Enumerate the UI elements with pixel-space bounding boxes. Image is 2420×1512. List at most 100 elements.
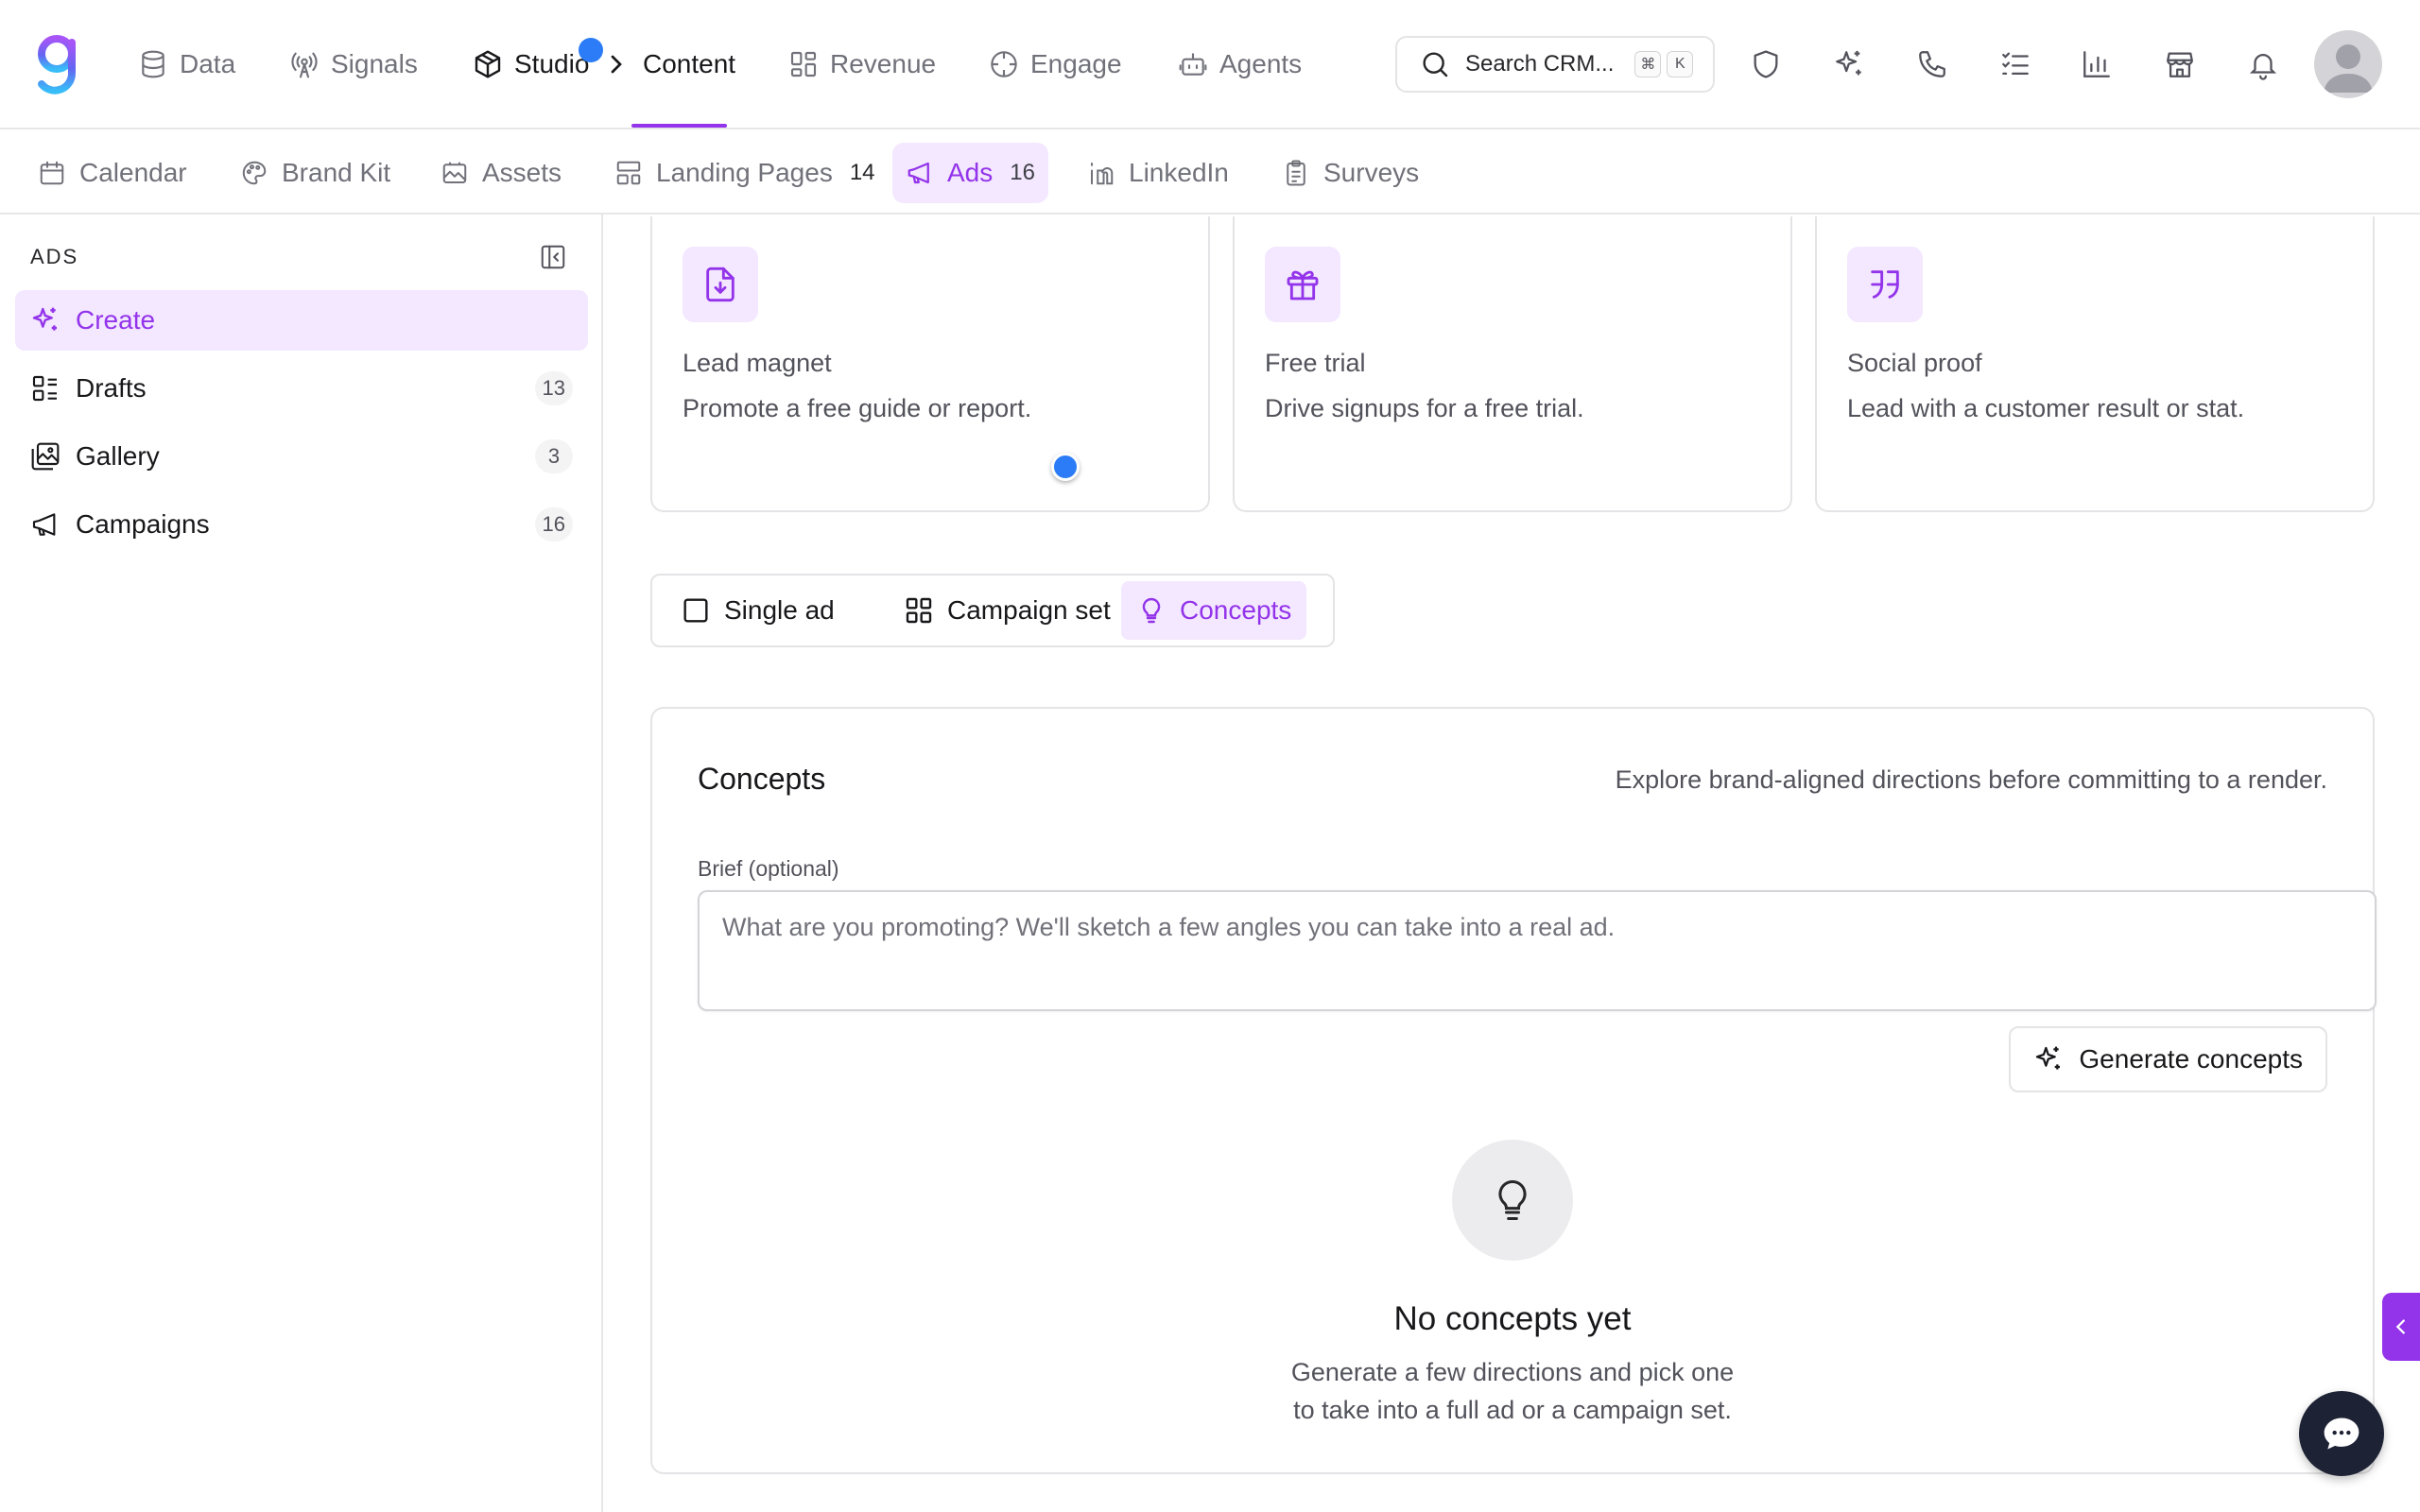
nav-studio[interactable]: Studio xyxy=(473,42,589,87)
ads-count: 16 xyxy=(1010,160,1035,185)
store-icon[interactable] xyxy=(2163,47,2197,81)
empty-state-description: Generate a few directions and pick one t… xyxy=(652,1353,2373,1429)
template-card-description: Promote a free guide or report. xyxy=(683,394,1032,422)
tab-landing-pages-label: Landing Pages xyxy=(656,158,833,187)
brief-input[interactable] xyxy=(698,890,2377,1011)
search-icon xyxy=(1420,49,1450,79)
layout-icon xyxy=(614,159,643,187)
template-card-description: Drive signups for a free trial. xyxy=(1265,394,1584,422)
sidebar-title: ADS xyxy=(30,245,79,268)
nav-signals-label: Signals xyxy=(331,49,418,78)
phone-icon[interactable] xyxy=(1915,47,1949,81)
sparkles-icon xyxy=(30,305,60,335)
sidebar-item-drafts-label: Drafts xyxy=(76,373,147,403)
chat-bubble-icon xyxy=(2321,1413,2362,1454)
clipboard-icon xyxy=(1282,159,1310,187)
tab-surveys-label: Surveys xyxy=(1323,158,1420,187)
generate-concepts-label: Generate concepts xyxy=(2079,1044,2303,1074)
generate-concepts-button[interactable]: Generate concepts xyxy=(2009,1026,2327,1092)
mode-single-ad-label: Single ad xyxy=(724,595,835,625)
tab-linkedin[interactable]: LinkedIn xyxy=(1074,143,1242,203)
mode-campaign-set-label: Campaign set xyxy=(947,595,1111,625)
campaigns-count-badge: 16 xyxy=(534,507,573,541)
sidebar-collapse-icon[interactable] xyxy=(539,243,567,271)
package-icon xyxy=(473,49,503,79)
sparkles-icon[interactable] xyxy=(1832,47,1866,81)
linkedin-icon xyxy=(1087,159,1115,187)
expand-panel-tab[interactable] xyxy=(2382,1293,2420,1361)
template-card-social-proof[interactable]: Social proof Lead with a customer result… xyxy=(1815,216,2375,512)
megaphone-icon xyxy=(906,159,934,187)
grid-icon xyxy=(788,49,819,79)
tab-calendar[interactable]: Calendar xyxy=(25,143,200,203)
tab-surveys[interactable]: Surveys xyxy=(1269,143,1432,203)
crosshair-icon xyxy=(989,49,1019,79)
sidebar-item-campaigns[interactable]: Campaigns 16 xyxy=(15,494,588,555)
concepts-panel: Concepts Explore brand-aligned direction… xyxy=(650,707,2377,1474)
drafts-count-badge: 13 xyxy=(534,371,573,405)
bar-chart-icon[interactable] xyxy=(2080,47,2114,81)
nav-content-label: Content xyxy=(643,49,736,78)
nav-data-label: Data xyxy=(180,49,236,78)
empty-state-title: No concepts yet xyxy=(1393,1300,1632,1337)
search-input[interactable]: Search CRM... ⌘ K xyxy=(1395,36,1715,93)
ads-sidebar: ADS Create Drafts 13 Gallery 3 Campaigns… xyxy=(0,215,603,1512)
sparkles-icon xyxy=(2033,1044,2064,1074)
list-icon xyxy=(30,373,60,404)
gallery-count-badge: 3 xyxy=(535,439,573,473)
nav-revenue[interactable]: Revenue xyxy=(788,42,936,87)
tab-brand-kit-label: Brand Kit xyxy=(282,158,391,187)
nav-signals[interactable]: Signals xyxy=(289,42,418,87)
search-placeholder: Search CRM... xyxy=(1465,51,1615,77)
tab-brand-kit[interactable]: Brand Kit xyxy=(227,143,404,203)
shortcut-mod-key: ⌘ xyxy=(1634,51,1662,77)
template-card-description: Lead with a customer result or stat. xyxy=(1847,394,2245,422)
sidebar-item-gallery[interactable]: Gallery 3 xyxy=(15,426,588,487)
landing-pages-count: 14 xyxy=(849,160,875,185)
template-card-title: Free trial xyxy=(1265,349,1366,377)
chevron-right-icon xyxy=(601,49,631,79)
database-icon xyxy=(138,49,168,79)
cursor-indicator xyxy=(579,38,603,62)
template-card-free-trial[interactable]: Free trial Drive signups for a free tria… xyxy=(1233,216,1792,512)
nav-data[interactable]: Data xyxy=(138,42,235,87)
chat-button[interactable] xyxy=(2299,1391,2384,1476)
sidebar-item-drafts[interactable]: Drafts 13 xyxy=(15,358,588,419)
palette-icon xyxy=(240,159,268,187)
nav-studio-label: Studio xyxy=(514,49,590,78)
bell-icon[interactable] xyxy=(2246,47,2280,81)
nav-content[interactable]: Content xyxy=(601,42,735,87)
image-folder-icon xyxy=(441,159,469,187)
empty-state-line-1: Generate a few directions and pick one xyxy=(1290,1358,1735,1386)
tab-ads[interactable]: Ads 16 xyxy=(892,143,1048,203)
tab-assets[interactable]: Assets xyxy=(427,143,575,203)
shield-icon[interactable] xyxy=(1749,47,1783,81)
tab-calendar-label: Calendar xyxy=(79,158,187,187)
content-subnav: Calendar Brand Kit Assets Landing Pages … xyxy=(0,129,2420,215)
template-card-title: Social proof xyxy=(1847,349,1982,377)
nav-agents[interactable]: Agents xyxy=(1178,42,1302,87)
sidebar-item-create-label: Create xyxy=(76,305,156,335)
mode-single-ad[interactable]: Single ad xyxy=(666,581,850,640)
nav-engage[interactable]: Engage xyxy=(989,42,1122,87)
mode-concepts-label: Concepts xyxy=(1180,595,1292,625)
sidebar-item-gallery-label: Gallery xyxy=(76,441,160,471)
checklist-icon[interactable] xyxy=(1998,47,2032,81)
quote-icon xyxy=(1847,247,1923,322)
sidebar-item-create[interactable]: Create xyxy=(15,290,588,351)
concepts-title: Concepts xyxy=(698,762,826,796)
bot-icon xyxy=(1178,49,1208,79)
top-navigation: Data Signals Studio Content Revenue Enga… xyxy=(0,0,2420,129)
grid-icon xyxy=(904,595,934,626)
nav-engage-label: Engage xyxy=(1030,49,1122,78)
mode-concepts[interactable]: Concepts xyxy=(1121,581,1307,640)
nav-revenue-label: Revenue xyxy=(830,49,937,78)
avatar[interactable] xyxy=(2314,30,2382,98)
app-logo[interactable] xyxy=(34,31,83,97)
tab-landing-pages[interactable]: Landing Pages 14 xyxy=(601,143,889,203)
mode-campaign-set[interactable]: Campaign set xyxy=(889,581,1126,640)
template-card-title: Lead magnet xyxy=(683,349,832,377)
template-card-lead-magnet[interactable]: Lead magnet Promote a free guide or repo… xyxy=(650,216,1210,512)
megaphone-icon xyxy=(30,509,60,540)
gift-icon xyxy=(1265,247,1340,322)
